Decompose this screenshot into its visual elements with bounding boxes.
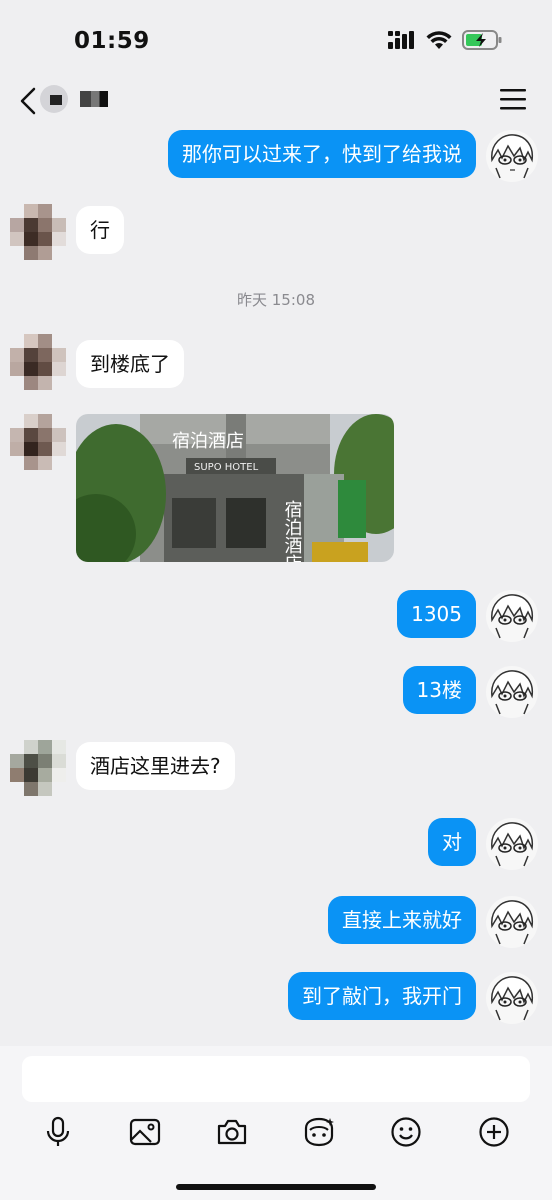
status-bar: 01:59 [0,0,552,80]
anime-avatar-icon [491,594,534,639]
emoji-button[interactable] [386,1112,426,1152]
image-button[interactable] [125,1112,165,1152]
battery-charging-icon [462,30,502,50]
chat-header [0,72,552,128]
hotel-photo: 宿泊酒店 SUPO HOTEL 宿泊酒店 [76,414,394,562]
contact-avatar[interactable] [10,334,66,390]
timestamp-divider: 昨天 15:08 [237,291,315,309]
mic-button[interactable] [38,1112,78,1152]
contact-avatar[interactable] [10,740,66,796]
status-time: 01:59 [74,28,150,54]
outgoing-message-bubble[interactable]: 那你可以过来了，快到了给我说 [168,130,476,178]
wifi-icon [426,30,452,49]
signal-icon [388,31,414,49]
image-icon [129,1118,161,1146]
my-avatar[interactable] [486,896,538,948]
menu-icon[interactable] [500,88,526,110]
hotel-sign-text: 宿泊酒店 [172,431,244,452]
hotel-vertical-sign: 宿泊酒店 [282,500,303,562]
my-avatar[interactable] [486,590,538,642]
anime-avatar-icon [491,134,534,179]
status-icons [388,30,502,50]
ai-face-icon [304,1117,334,1147]
message-input[interactable] [22,1056,530,1102]
anime-avatar-icon [491,670,534,715]
pixelated-avatar [10,414,66,470]
contact-avatar-small [40,85,68,113]
my-avatar[interactable] [486,818,538,870]
my-avatar[interactable] [486,666,538,718]
incoming-message-bubble[interactable]: 酒店这里进去? [76,742,235,790]
contact-name-area[interactable] [40,84,108,114]
my-avatar[interactable] [486,130,538,182]
composer [0,1046,552,1200]
home-indicator[interactable] [176,1184,376,1190]
incoming-message-bubble[interactable]: 行 [76,206,124,254]
emoji-icon [391,1117,421,1147]
message-list[interactable]: 那你可以过来了，快到了给我说 行 昨天 15:08 到楼底了 宿泊酒店 SUPO… [0,128,552,1046]
my-avatar[interactable] [486,972,538,1024]
hotel-photo-message[interactable]: 宿泊酒店 SUPO HOTEL 宿泊酒店 [76,414,394,562]
anime-avatar-icon [491,976,534,1021]
outgoing-message-bubble[interactable]: 到了敲门，我开门 [288,972,476,1020]
contact-avatar[interactable] [10,204,66,260]
contact-name-redacted [80,91,108,107]
mic-icon [46,1116,70,1146]
pixelated-avatar [10,204,66,260]
camera-icon [217,1119,247,1145]
incoming-message-bubble[interactable]: 到楼底了 [76,340,184,388]
outgoing-message-bubble[interactable]: 1305 [397,590,476,638]
composer-toolbar [0,1112,552,1152]
plus-button[interactable] [474,1112,514,1152]
camera-button[interactable] [212,1112,252,1152]
hotel-sign-english: SUPO HOTEL [194,462,259,473]
outgoing-message-bubble[interactable]: 直接上来就好 [328,896,476,944]
pixelated-avatar [10,740,66,796]
pixelated-avatar [10,334,66,390]
outgoing-message-bubble[interactable]: 对 [428,818,476,866]
anime-avatar-icon [491,900,534,945]
ai-face-button[interactable] [299,1112,339,1152]
outgoing-message-bubble[interactable]: 13楼 [402,666,476,714]
contact-avatar[interactable] [10,414,66,470]
anime-avatar-icon [491,822,534,867]
plus-icon [479,1117,509,1147]
